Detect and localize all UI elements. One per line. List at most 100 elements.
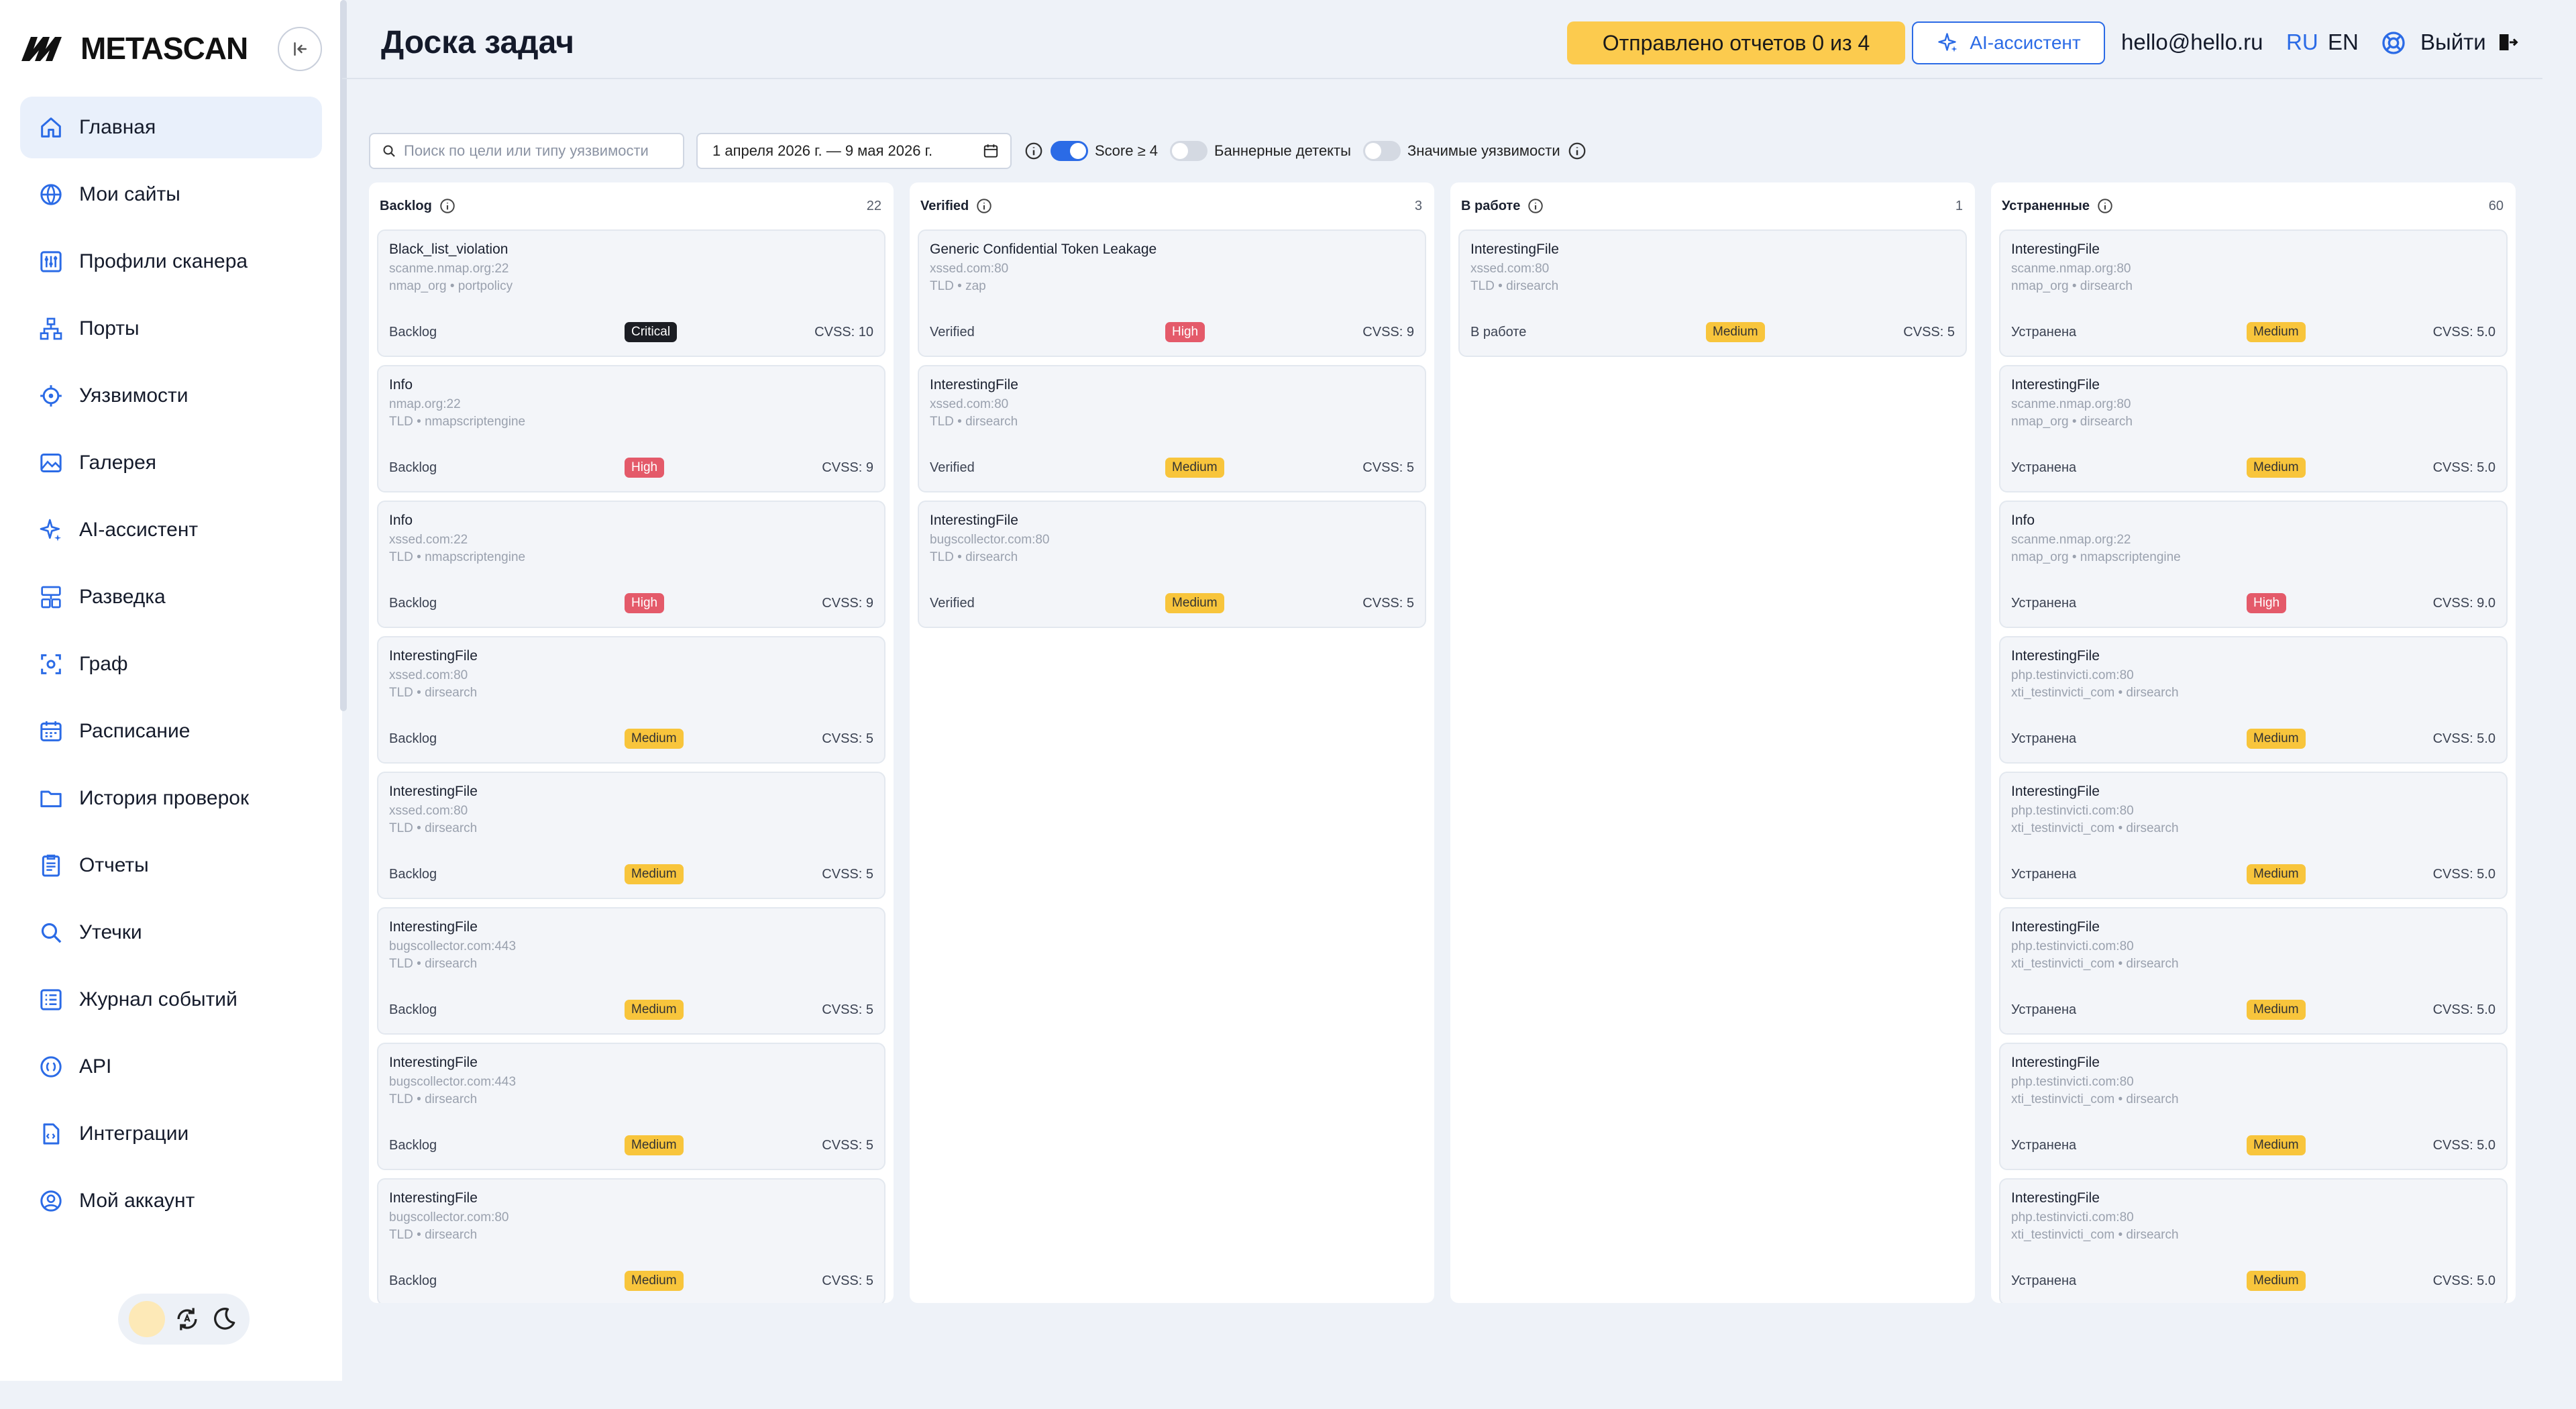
sidebar-item-integrations[interactable]: Интеграции — [20, 1103, 322, 1165]
task-card[interactable]: InterestingFile xssed.com:80 TLD • dirsear… — [1458, 229, 1967, 357]
card-source: nmap_org • dirsearch — [2011, 279, 2133, 293]
card-footer: Backlog High CVSS: 9 — [389, 592, 873, 615]
search-icon — [41, 923, 62, 943]
score-toggle[interactable] — [1051, 141, 1088, 161]
sidebar-item-ai-assistant[interactable]: AI-ассистент — [20, 499, 322, 561]
sidebar-item-gallery[interactable]: Галерея — [20, 432, 322, 494]
user-icon — [40, 1190, 62, 1212]
task-card[interactable]: InterestingFile xssed.com:80 TLD • dirsear… — [918, 365, 1426, 492]
info-icon[interactable] — [975, 197, 993, 215]
filter-bar: 1 апреля 2026 г. — 9 мая 2026 г. Score ≥… — [369, 133, 1587, 169]
task-card[interactable]: InterestingFile bugscollector.com:80 TLD •… — [918, 501, 1426, 628]
severity-badge: Medium — [2247, 1135, 2306, 1155]
task-card[interactable]: InterestingFile php.testinvicti.com:80 xti… — [1999, 772, 2508, 899]
severity-badge: Medium — [1706, 322, 1765, 342]
sidebar-item-scanner-profiles[interactable]: Профили сканера — [20, 231, 322, 293]
light-theme-icon[interactable] — [128, 1301, 165, 1337]
task-card[interactable]: Info scanme.nmap.org:22 nmap_org • nmapscr… — [1999, 501, 2508, 628]
sidebar-item-scan-history[interactable]: История проверок — [20, 768, 322, 829]
reports-sent-badge[interactable]: Отправлено отчетов 0 из 4 — [1567, 21, 1905, 64]
dark-theme-icon[interactable] — [209, 1304, 239, 1334]
search-input[interactable] — [404, 142, 672, 160]
auto-theme-icon[interactable] — [172, 1304, 202, 1334]
logo[interactable]: METASCAN — [20, 28, 248, 68]
task-card[interactable]: InterestingFile php.testinvicti.com:80 xti… — [1999, 1178, 2508, 1303]
sidebar-item-vulnerabilities[interactable]: Уязвимости — [20, 365, 322, 427]
lang-ru-button[interactable]: RU — [2286, 30, 2318, 55]
significant-toggle[interactable] — [1362, 141, 1401, 161]
date-range-picker[interactable]: 1 апреля 2026 г. — 9 мая 2026 г. — [696, 133, 1012, 169]
card-cvss: CVSS: 5 — [1362, 595, 1414, 611]
card-status: Устранена — [2011, 1137, 2077, 1153]
ai-assistant-button[interactable]: AI-ассистент — [1912, 21, 2105, 64]
sidebar-item-label: Галерея — [79, 452, 157, 474]
card-cvss: CVSS: 9 — [822, 460, 873, 475]
info-icon[interactable] — [1024, 141, 1044, 161]
card-host: xssed.com:80 — [389, 668, 468, 682]
user-email[interactable]: hello@hello.ru — [2121, 30, 2263, 55]
card-source: TLD • dirsearch — [389, 821, 478, 835]
task-card[interactable]: InterestingFile scanme.nmap.org:80 nmap_or… — [1999, 229, 2508, 357]
sidebar-scrollbar[interactable] — [340, 0, 347, 711]
theme-switch[interactable] — [118, 1294, 250, 1345]
card-status: Backlog — [389, 866, 437, 882]
banner-toggle[interactable] — [1170, 141, 1208, 161]
info-icon[interactable] — [1527, 197, 1544, 215]
severity-badge: High — [625, 593, 665, 613]
card-cvss: CVSS: 5.0 — [2432, 866, 2496, 882]
info-icon[interactable] — [439, 197, 456, 215]
sliders-icon — [40, 251, 62, 272]
card-host: php.testinvicti.com:80 — [2011, 1210, 2134, 1224]
sidebar-item-event-log[interactable]: Журнал событий — [20, 969, 322, 1031]
card-host: scanme.nmap.org:22 — [2011, 533, 2131, 547]
task-card[interactable]: InterestingFile php.testinvicti.com:80 xti… — [1999, 636, 2508, 764]
task-card[interactable]: Info nmap.org:22 TLD • nmapscriptengine Bac… — [377, 365, 885, 492]
card-host: xssed.com:80 — [930, 397, 1009, 411]
sidebar-item-my-sites[interactable]: Мои сайты — [20, 164, 322, 225]
sidebar-item-recon[interactable]: Разведка — [20, 566, 322, 628]
sidebar-item-ports[interactable]: Порты — [20, 298, 322, 360]
task-card[interactable]: InterestingFile bugscollector.com:80 TLD •… — [377, 1178, 885, 1303]
card-title: InterestingFile — [389, 784, 478, 799]
sidebar-item-label: Журнал событий — [79, 988, 237, 1010]
card-footer: Backlog Medium CVSS: 5 — [389, 727, 873, 750]
card-host: xssed.com:80 — [930, 262, 1009, 276]
info-icon[interactable] — [1567, 141, 1587, 161]
task-card[interactable]: InterestingFile bugscollector.com:443 TLD … — [377, 1043, 885, 1170]
search-field[interactable] — [369, 133, 684, 169]
card-status: Устранена — [2011, 460, 2077, 475]
lang-en-button[interactable]: EN — [2328, 30, 2359, 55]
task-card[interactable]: InterestingFile xssed.com:80 TLD • dirsear… — [377, 636, 885, 764]
sidebar-item-schedule[interactable]: Расписание — [20, 700, 322, 762]
task-card[interactable]: InterestingFile php.testinvicti.com:80 xti… — [1999, 1043, 2508, 1170]
collapse-sidebar-button[interactable] — [278, 27, 322, 71]
sidebar-item-graph[interactable]: Граф — [20, 633, 322, 695]
sidebar-item-home[interactable]: Главная — [20, 97, 322, 158]
card-source: nmap_org • portpolicy — [389, 279, 513, 293]
card-title: Generic Confidential Token Leakage — [930, 242, 1157, 257]
task-card[interactable]: Black_list_violation scanme.nmap.org:22 nm… — [377, 229, 885, 357]
task-card[interactable]: InterestingFile bugscollector.com:443 TLD … — [377, 907, 885, 1035]
sidebar-item-api[interactable]: API — [20, 1036, 322, 1098]
task-card[interactable]: InterestingFile xssed.com:80 TLD • dirsear… — [377, 772, 885, 899]
logout-button[interactable]: Выйти — [2420, 30, 2520, 55]
support-icon[interactable] — [2380, 30, 2407, 56]
card-host: php.testinvicti.com:80 — [2011, 804, 2134, 818]
card-title: Black_list_violation — [389, 242, 508, 257]
task-card[interactable]: InterestingFile scanme.nmap.org:80 nmap_or… — [1999, 365, 2508, 492]
card-status: В работе — [1470, 324, 1527, 340]
sidebar-item-reports[interactable]: Отчеты — [20, 835, 322, 896]
sidebar-item-label: API — [79, 1055, 112, 1078]
card-host: scanme.nmap.org:22 — [389, 262, 509, 276]
sidebar-item-my-account[interactable]: Мой аккаунт — [20, 1170, 322, 1232]
card-footer: В работе Medium CVSS: 5 — [1470, 321, 1955, 344]
sparkle-icon — [40, 519, 61, 541]
globe-icon — [40, 184, 62, 205]
task-card[interactable]: Info xssed.com:22 TLD • nmapscriptengine Ba… — [377, 501, 885, 628]
sidebar-item-leaks[interactable]: Утечки — [20, 902, 322, 963]
info-icon[interactable] — [2096, 197, 2114, 215]
task-card[interactable]: Generic Confidential Token Leakage xssed.… — [918, 229, 1426, 357]
card-source: xti_testinvicti_com • dirsearch — [2011, 957, 2179, 971]
task-card[interactable]: InterestingFile php.testinvicti.com:80 xti… — [1999, 907, 2508, 1035]
card-source: nmap_org • nmapscriptengine — [2011, 550, 2181, 564]
